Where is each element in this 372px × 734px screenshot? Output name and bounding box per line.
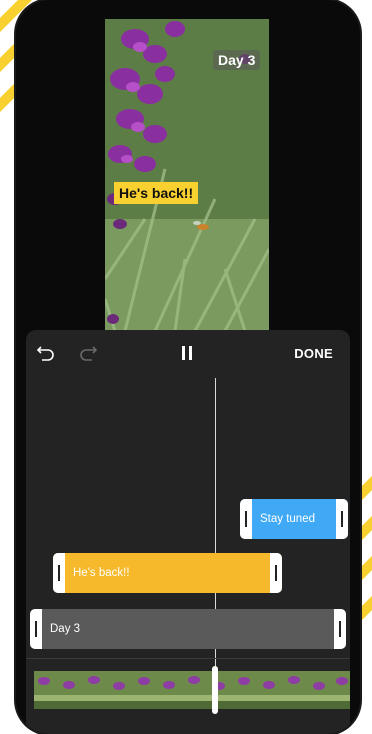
clip-start-handle[interactable] [53, 553, 65, 593]
done-button[interactable]: DONE [294, 346, 333, 361]
timeline-editor: DONE Stay tuned He's back!! Day 3 [26, 330, 350, 734]
pause-icon[interactable] [180, 346, 194, 362]
clip-end-handle[interactable] [336, 499, 348, 539]
clip-start-handle[interactable] [30, 609, 42, 649]
timeline-clip-hes-back[interactable]: He's back!! [53, 553, 282, 593]
timeline-clip-stay-tuned[interactable]: Stay tuned [240, 499, 348, 539]
clip-label: He's back!! [73, 567, 130, 579]
phone-frame: Day 3 He's back!! DONE Stay tuned He's b… [16, 0, 360, 734]
clip-end-handle[interactable] [334, 609, 346, 649]
filmstrip-thumbnails [34, 671, 350, 709]
video-preview[interactable]: Day 3 He's back!! [105, 19, 269, 331]
undo-icon[interactable] [36, 343, 56, 361]
editor-toolbar: DONE [26, 330, 350, 374]
timeline-divider [26, 658, 350, 659]
clip-label: Stay tuned [260, 513, 315, 525]
overlay-back-label[interactable]: He's back!! [114, 182, 199, 204]
clip-label: Day 3 [50, 623, 81, 635]
clip-start-handle[interactable] [240, 499, 252, 539]
redo-icon[interactable] [78, 343, 98, 361]
playhead-handle[interactable] [212, 666, 218, 714]
clip-end-handle[interactable] [270, 553, 282, 593]
video-filmstrip[interactable] [34, 671, 350, 709]
overlay-day-label[interactable]: Day 3 [213, 50, 261, 70]
timeline-clip-day-3[interactable]: Day 3 [30, 609, 346, 649]
